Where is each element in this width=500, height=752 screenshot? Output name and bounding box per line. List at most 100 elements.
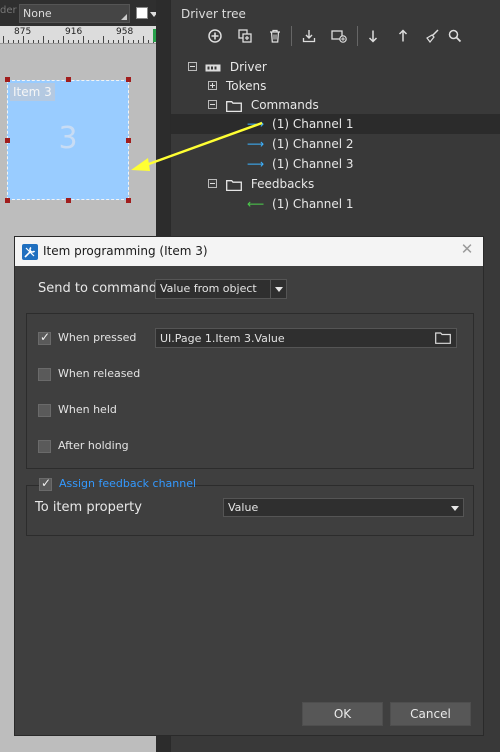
tree-label: Commands xyxy=(250,98,319,112)
events-group: When pressed UI.Page 1.Item 3.Value When… xyxy=(26,313,474,469)
ruler-tick xyxy=(133,40,134,43)
resize-handle[interactable] xyxy=(126,198,131,203)
canvas-toolbar: der None xyxy=(0,0,156,26)
resize-handle[interactable] xyxy=(126,138,131,143)
dialog-title: Item programming (Item 3) xyxy=(43,244,208,258)
send-to-command-dropdown[interactable]: Value from object xyxy=(155,279,287,299)
close-icon[interactable]: ✕ xyxy=(460,242,474,257)
driver-icon xyxy=(205,64,221,71)
tree-label: (1) Channel 2 xyxy=(272,137,354,151)
chevron-down-icon[interactable] xyxy=(447,499,463,516)
driver-tree: Driver Tokens Commands ⟶ (1) Channel 1 ⟶… xyxy=(171,56,500,226)
tree-label: Feedbacks xyxy=(250,177,315,191)
checkbox[interactable] xyxy=(38,330,51,345)
collapse-toggle[interactable] xyxy=(188,62,197,71)
tree-label: (1) Channel 1 xyxy=(272,117,354,131)
command-arrow-icon: ⟶ xyxy=(247,157,265,171)
add-driver-icon[interactable] xyxy=(329,26,349,46)
ruler-tick xyxy=(33,40,34,43)
ruler-tick xyxy=(3,36,4,43)
checkbox[interactable] xyxy=(38,404,51,417)
dropdown-value: Value from object xyxy=(160,282,257,295)
resize-handle[interactable] xyxy=(5,198,10,203)
ruler-tick xyxy=(138,40,139,43)
tools-icon xyxy=(22,244,38,260)
search-icon[interactable] xyxy=(445,26,465,46)
ruler-tick xyxy=(103,36,104,43)
border-style-dropdown[interactable]: None xyxy=(19,4,130,23)
ruler-tick xyxy=(43,36,44,43)
checkbox-label: After holding xyxy=(58,439,129,452)
checkbox[interactable] xyxy=(38,368,51,381)
dropdown-corner-icon xyxy=(121,14,127,20)
dialog-titlebar[interactable]: Item programming (Item 3) ✕ xyxy=(15,237,483,266)
ruler-tick xyxy=(83,36,84,43)
ruler-tick xyxy=(148,40,149,43)
ruler-tick xyxy=(73,40,74,43)
resize-handle[interactable] xyxy=(5,77,10,82)
tree-label: Tokens xyxy=(226,79,267,93)
tree-item-feedback[interactable]: ⟵ (1) Channel 1 xyxy=(247,194,354,214)
chevron-down-icon[interactable] xyxy=(270,280,286,298)
ruler-tick xyxy=(63,36,64,43)
tree-item-command[interactable]: ⟶ (1) Channel 2 xyxy=(247,134,354,154)
tree-item-command[interactable]: ⟶ (1) Channel 3 xyxy=(247,154,354,174)
tree-item-feedbacks[interactable]: Feedbacks xyxy=(226,174,314,194)
move-up-icon[interactable] xyxy=(393,26,413,46)
ruler-tick xyxy=(13,40,14,43)
tree-label: Driver xyxy=(229,60,267,74)
ruler-tick xyxy=(28,40,29,43)
tree-item-command[interactable]: ⟶ (1) Channel 1 xyxy=(247,114,354,134)
tree-item-tokens[interactable]: Tokens xyxy=(226,76,266,96)
checkbox-label: Assign feedback channel xyxy=(59,477,197,490)
checkbox-label: When pressed xyxy=(58,331,137,344)
ruler-tick xyxy=(98,40,99,43)
tree-item-commands[interactable]: Commands xyxy=(226,95,319,115)
tree-item-driver[interactable]: Driver xyxy=(205,57,267,77)
checkbox[interactable] xyxy=(38,440,51,453)
horizontal-ruler: 875 916 958 xyxy=(0,26,156,44)
ruler-tick xyxy=(88,40,89,43)
fill-color-swatch[interactable] xyxy=(136,7,148,19)
ruler-tick xyxy=(58,40,59,43)
resize-handle[interactable] xyxy=(66,198,71,203)
clean-icon[interactable] xyxy=(423,26,443,46)
ruler-tick xyxy=(23,36,24,43)
pressed-value-field[interactable]: UI.Page 1.Item 3.Value xyxy=(155,328,457,348)
ruler-tick xyxy=(38,40,39,43)
resize-handle[interactable] xyxy=(126,77,131,82)
ruler-tick-label: 916 xyxy=(65,27,83,37)
assign-feedback-checkbox[interactable]: Assign feedback channel xyxy=(39,476,196,494)
ok-button[interactable]: OK xyxy=(302,702,383,726)
folder-icon[interactable] xyxy=(435,332,451,344)
canvas-item-3[interactable]: Item 3 3 xyxy=(7,80,129,200)
dropdown-value: Value xyxy=(228,501,259,514)
checkbox-label: When held xyxy=(58,403,117,416)
field-value: UI.Page 1.Item 3.Value xyxy=(160,332,285,345)
item-programming-dialog: Item programming (Item 3) ✕ Send to comm… xyxy=(14,236,484,736)
item-value-text: 3 xyxy=(58,121,78,156)
toolbar-separator xyxy=(357,26,358,46)
move-down-icon[interactable] xyxy=(363,26,383,46)
feedback-arrow-icon: ⟵ xyxy=(247,197,265,211)
add-icon[interactable] xyxy=(205,26,225,46)
expand-toggle[interactable] xyxy=(208,81,217,90)
ruler-tick xyxy=(108,40,109,43)
collapse-toggle[interactable] xyxy=(208,100,217,109)
folder-icon xyxy=(226,101,242,113)
collapse-toggle[interactable] xyxy=(208,179,217,188)
cancel-button[interactable]: Cancel xyxy=(390,702,471,726)
import-icon[interactable] xyxy=(299,26,319,46)
delete-icon[interactable] xyxy=(265,26,285,46)
duplicate-icon[interactable] xyxy=(235,26,255,46)
ruler-tick xyxy=(93,40,94,43)
to-item-property-dropdown[interactable]: Value xyxy=(223,498,464,517)
border-style-value: None xyxy=(23,7,52,20)
resize-handle[interactable] xyxy=(5,138,10,143)
checkbox-label: When released xyxy=(58,367,141,380)
resize-handle[interactable] xyxy=(66,77,71,82)
checkbox[interactable] xyxy=(39,476,52,491)
command-arrow-icon: ⟶ xyxy=(247,117,265,131)
ruler-tick xyxy=(123,36,124,43)
ruler-tick xyxy=(128,40,129,43)
